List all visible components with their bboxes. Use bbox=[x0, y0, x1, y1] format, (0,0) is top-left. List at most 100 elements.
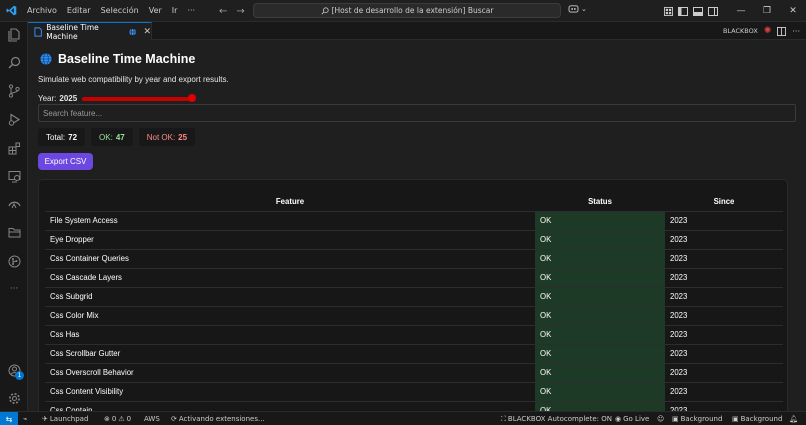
extensions-icon[interactable] bbox=[0, 136, 28, 160]
accounts-icon[interactable]: 1 bbox=[0, 358, 28, 382]
menu-ir[interactable]: Ir bbox=[167, 0, 183, 22]
stat-total: Total: 72 bbox=[38, 128, 86, 146]
back-arrow-icon[interactable]: ← bbox=[219, 6, 227, 17]
stat-total-value: 72 bbox=[68, 132, 78, 142]
command-center-search[interactable]: [Host de desarrollo de la extensión] Bus… bbox=[253, 3, 561, 18]
stat-not-ok: Not OK: 25 bbox=[138, 128, 196, 146]
menu-bar: Archivo Editar Selección Ver Ir ··· bbox=[22, 0, 200, 22]
feature-cell: Css Overscroll Behavior bbox=[45, 363, 535, 383]
layout-controls bbox=[664, 0, 718, 22]
go-live-item[interactable]: ◉ Go Live bbox=[615, 412, 649, 425]
table-row: Css Subgrid OK 2023 bbox=[45, 287, 783, 307]
spinner-icon: ⟳ bbox=[171, 415, 177, 423]
folder-icon[interactable] bbox=[0, 220, 28, 244]
menu-seleccion[interactable]: Selección bbox=[96, 0, 144, 22]
activating-extensions-item[interactable]: ⟳ Activando extensiones... bbox=[171, 412, 265, 425]
background-item-2[interactable]: ▣ Background bbox=[732, 412, 782, 425]
launchpad-item[interactable]: ✈ Launchpad bbox=[42, 412, 88, 425]
restore-icon[interactable]: ❐ bbox=[754, 6, 780, 16]
since-cell: 2023 bbox=[665, 363, 783, 383]
status-cell: OK bbox=[535, 287, 665, 307]
toggle-secondary-sidebar-icon[interactable] bbox=[708, 6, 718, 16]
column-header-status[interactable]: Status bbox=[535, 192, 665, 212]
year-slider-thumb[interactable] bbox=[188, 94, 197, 102]
status-cell: OK bbox=[535, 382, 665, 402]
background-label-1: Background bbox=[680, 415, 723, 423]
blackbox-status-item[interactable]: ⛶ BLACKBOX Autocomplete: ON bbox=[501, 412, 612, 425]
blackbox-status-label: BLACKBOX Autocomplete: ON bbox=[507, 415, 612, 423]
minimize-icon[interactable]: — bbox=[728, 6, 754, 16]
ports-icon[interactable]: ⌁ bbox=[23, 412, 27, 425]
remote-indicator-icon[interactable]: ⇆ bbox=[0, 412, 18, 425]
year-label: Year: bbox=[38, 94, 57, 103]
close-window-icon[interactable]: ✕ bbox=[780, 6, 806, 16]
feedback-icon[interactable]: ☺ bbox=[657, 412, 664, 425]
gitlens-icon[interactable] bbox=[0, 249, 28, 273]
since-cell: 2023 bbox=[665, 401, 783, 411]
export-csv-button[interactable]: Export CSV bbox=[38, 153, 93, 170]
aws-label: AWS bbox=[144, 415, 160, 423]
warning-count: 0 bbox=[126, 415, 132, 423]
table-row: Css Content Visibility OK 2023 bbox=[45, 382, 783, 402]
tab-baseline-time-machine[interactable]: Baseline Time Machine ✕ bbox=[28, 22, 152, 41]
status-cell: OK bbox=[535, 363, 665, 383]
menu-archivo[interactable]: Archivo bbox=[22, 0, 62, 22]
blackbox-action[interactable]: BLACKBOX bbox=[723, 27, 758, 35]
stat-not-ok-label: Not OK: bbox=[146, 132, 176, 142]
background-icon: ▣ bbox=[732, 415, 739, 423]
aws-status-item[interactable]: AWS bbox=[144, 412, 160, 425]
since-cell: 2023 bbox=[665, 306, 783, 326]
search-feature-input[interactable] bbox=[38, 104, 796, 122]
aws-toolkit-icon[interactable] bbox=[0, 192, 28, 216]
table-row: Css Color Mix OK 2023 bbox=[45, 306, 783, 326]
menu-ver[interactable]: Ver bbox=[144, 0, 167, 22]
explorer-icon[interactable] bbox=[0, 23, 28, 47]
since-cell: 2023 bbox=[665, 268, 783, 288]
status-cell: OK bbox=[535, 306, 665, 326]
column-header-since[interactable]: Since bbox=[665, 192, 783, 212]
launchpad-label: Launchpad bbox=[49, 415, 89, 423]
split-editor-icon[interactable] bbox=[777, 26, 787, 36]
year-slider[interactable] bbox=[82, 94, 197, 103]
globe-tab-icon bbox=[129, 27, 137, 36]
tab-close-icon[interactable]: ✕ bbox=[143, 27, 151, 37]
customize-layout-icon[interactable] bbox=[664, 6, 673, 16]
menu-more[interactable]: ··· bbox=[182, 0, 200, 22]
notifications-bell-icon[interactable]: 🔔︎ bbox=[789, 412, 798, 425]
remote-explorer-icon[interactable] bbox=[0, 164, 28, 188]
feature-cell: Css Cascade Layers bbox=[45, 268, 535, 288]
since-cell: 2023 bbox=[665, 325, 783, 345]
command-center-text: [Host de desarrollo de la extensión] Bus… bbox=[331, 6, 494, 15]
more-actions-icon[interactable]: ··· bbox=[792, 27, 800, 36]
activating-label: Activando extensiones... bbox=[178, 415, 265, 423]
blackbox-burst-icon[interactable]: ✺ bbox=[764, 26, 772, 36]
since-cell: 2023 bbox=[665, 382, 783, 402]
run-and-debug-icon[interactable] bbox=[0, 107, 28, 131]
copilot-menu[interactable]: ⌄ bbox=[568, 4, 587, 13]
activity-bar: ··· 1 bbox=[0, 22, 28, 411]
year-control: Year: 2025 bbox=[38, 94, 197, 103]
feature-cell: Css Scrollbar Gutter bbox=[45, 344, 535, 364]
search-activity-icon[interactable] bbox=[0, 50, 28, 74]
source-control-icon[interactable] bbox=[0, 79, 28, 103]
column-header-feature[interactable]: Feature bbox=[45, 192, 535, 212]
manage-gear-icon[interactable] bbox=[0, 386, 28, 410]
status-cell: OK bbox=[535, 344, 665, 364]
menu-editar[interactable]: Editar bbox=[62, 0, 96, 22]
stat-ok-label: OK: bbox=[99, 132, 113, 142]
forward-arrow-icon[interactable]: → bbox=[236, 6, 244, 17]
webview-panel: Baseline Time Machine Simulate web compa… bbox=[28, 40, 806, 411]
status-cell: OK bbox=[535, 211, 665, 231]
table-row: Css Has OK 2023 bbox=[45, 325, 783, 345]
globe-icon bbox=[40, 53, 52, 65]
table-row: Css Cascade Layers OK 2023 bbox=[45, 268, 783, 288]
feature-cell: Css Container Queries bbox=[45, 249, 535, 269]
problems-item[interactable]: ⊗ 0 ⚠ 0 bbox=[104, 412, 131, 425]
more-views-icon[interactable]: ··· bbox=[0, 277, 28, 301]
status-bar: ⇆ ⌁ ✈ Launchpad ⊗ 0 ⚠ 0 AWS ⟳ Activando … bbox=[0, 411, 806, 425]
toggle-primary-sidebar-icon[interactable] bbox=[678, 6, 688, 16]
status-cell: OK bbox=[535, 268, 665, 288]
toggle-panel-icon[interactable] bbox=[693, 6, 703, 16]
table-row: Css Overscroll Behavior OK 2023 bbox=[45, 363, 783, 383]
background-item-1[interactable]: ▣ Background bbox=[672, 412, 722, 425]
